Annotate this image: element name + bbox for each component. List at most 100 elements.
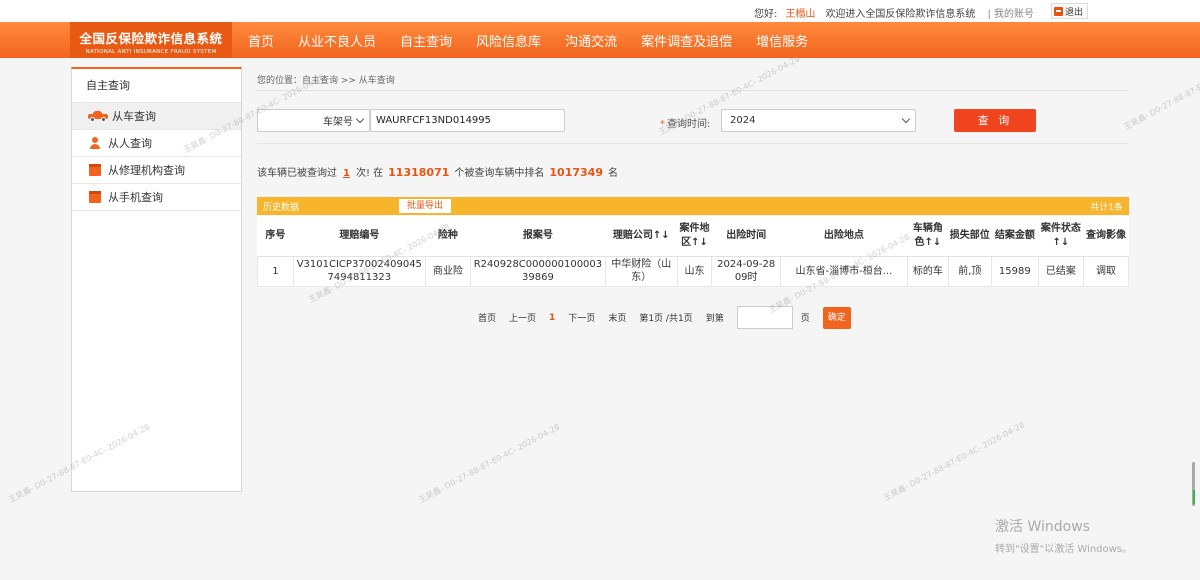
logout-icon <box>1053 7 1063 16</box>
divider <box>257 90 1129 91</box>
cell-index: 1 <box>257 255 294 287</box>
first-page-link[interactable]: 首页 <box>478 311 496 324</box>
query-time-label-text: 查询时间: <box>667 119 711 130</box>
col-insurance-type: 险种 <box>425 216 471 257</box>
stats-text: 次! 在 <box>355 168 384 179</box>
batch-export-button[interactable]: 批量导出 <box>399 199 452 213</box>
cell-damage-part: 前,顶 <box>947 255 992 287</box>
sidebar-item-phone-query[interactable]: 从手机查询 <box>72 184 241 211</box>
pagination: 首页 上一页 1 下一页 末页 第1页 /共1页 到第 页 确定 <box>478 306 851 329</box>
sidebar-item-repair-shop-query[interactable]: 从修理机构查询 <box>72 157 241 184</box>
nav-case-investigation[interactable]: 案件调查及追偿 <box>629 31 744 50</box>
query-type-select[interactable]: 车架号 <box>257 109 370 132</box>
scroll-indicator <box>1193 490 1195 504</box>
query-count[interactable]: 1 <box>343 168 350 179</box>
stats-text: 名 <box>607 168 618 179</box>
phone-icon <box>88 191 102 203</box>
cell-company: 中华财险（山东） <box>604 255 678 287</box>
logout-label: 退出 <box>1064 8 1083 18</box>
vehicle-rank: 1017349 <box>549 166 603 179</box>
sidebar: 自主查询 从车查询 从人查询 从修理机构查询 从手机查询 <box>71 67 242 492</box>
cell-region: 山东 <box>676 255 713 287</box>
chevron-down-icon <box>901 114 911 124</box>
vin-input[interactable]: WAURFCF13ND014995 <box>370 109 565 132</box>
query-time-label: * 查询时间: <box>660 115 710 130</box>
sidebar-item-label: 从人查询 <box>108 137 152 150</box>
breadcrumb: 您的位置：自主查询 >> 从车查询 <box>257 76 395 86</box>
col-index: 序号 <box>257 216 294 257</box>
user-name: 王榻山 <box>785 9 816 20</box>
cell-claim-no: V3101CICP370024090457494811323 <box>292 255 426 287</box>
page-number-input[interactable] <box>736 306 793 329</box>
query-year-select[interactable]: 2024 <box>721 109 916 132</box>
table-row: 1 V3101CICP370024090457494811323 商业险 R24… <box>257 255 1130 287</box>
query-type-value: 车架号 <box>323 117 353 128</box>
current-page: 1 <box>549 312 556 323</box>
top-utility-bar: 您好: 王榻山 欢迎进入全国反保险欺诈信息系统 | 我的账号 退出 <box>0 0 1200 22</box>
activation-hint: 转到"设置"以激活 Windows。 <box>995 544 1133 555</box>
chevron-down-icon <box>355 114 365 124</box>
query-year-value: 2024 <box>730 115 756 126</box>
my-account-link[interactable]: | 我的账号 <box>987 5 1034 20</box>
cell-accident-location: 山东省-淄博市-桓台... <box>779 255 908 287</box>
search-button[interactable]: 查 询 <box>954 109 1036 132</box>
col-company[interactable]: 理赔公司↑↓ <box>605 216 678 257</box>
cell-settle-amount: 15989 <box>990 255 1039 287</box>
nav-menu: 首页 从业不良人员 自主查询 风险信息库 沟通交流 案件调查及追偿 增信服务 <box>236 22 820 58</box>
sidebar-item-vehicle-query[interactable]: 从车查询 <box>72 103 241 130</box>
goto-label: 到第 <box>705 314 724 324</box>
nav-risk-database[interactable]: 风险信息库 <box>464 31 553 50</box>
next-page-link[interactable]: 下一页 <box>568 311 595 324</box>
col-settle-amount: 结案金额 <box>991 216 1039 257</box>
system-logo: 全国反保险欺诈信息系统 NATIONAL ANTI INSURANCE FRAU… <box>70 22 232 58</box>
sidebar-item-person-query[interactable]: 从人查询 <box>72 130 241 157</box>
col-query-image: 查询影像 <box>1083 216 1129 257</box>
goto-confirm-button[interactable]: 确定 <box>822 306 851 329</box>
sidebar-item-label: 从修理机构查询 <box>108 164 185 177</box>
col-case-status[interactable]: 案件状态↑↓ <box>1038 216 1084 257</box>
logo-en: NATIONAL ANTI INSURANCE FRAUD SYSTEM <box>85 49 217 55</box>
col-accident-location: 出险地点 <box>780 216 908 257</box>
history-table-header-bar: 历史数据 批量导出 共计1条 <box>257 197 1129 215</box>
col-claim-no: 理赔编号 <box>293 216 426 257</box>
retrieve-image-link[interactable]: 调取 <box>1082 255 1130 287</box>
history-title: 历史数据 <box>263 203 300 213</box>
welcome-text: 欢迎进入全国反保险欺诈信息系统 <box>825 9 976 20</box>
table-header-row: 序号 理赔编号 险种 报案号 理赔公司↑↓ 案件地区↑↓ 出险时间 出险地点 车… <box>257 216 1129 257</box>
nav-communication[interactable]: 沟通交流 <box>553 31 629 50</box>
total-count: 共计1条 <box>1090 203 1123 213</box>
logo-cn: 全国反保险欺诈信息系统 <box>79 31 223 46</box>
divider <box>257 143 1129 144</box>
sidebar-item-label: 从车查询 <box>112 110 156 123</box>
query-stats: 该车辆已被查询过 1 次! 在 11318071 个被查询车辆中排名 1017349 名 <box>257 164 618 179</box>
repair-shop-icon <box>88 164 102 176</box>
greeting-text: 您好: <box>754 9 778 20</box>
history-table: 序号 理赔编号 险种 报案号 理赔公司↑↓ 案件地区↑↓ 出险时间 出险地点 车… <box>257 216 1130 287</box>
prev-page-link[interactable]: 上一页 <box>509 311 536 324</box>
windows-activation-notice: 激活 Windows 转到"设置"以激活 Windows。 <box>995 516 1132 555</box>
person-icon <box>88 137 102 149</box>
col-vehicle-role[interactable]: 车辆角色↑↓ <box>907 216 949 257</box>
col-damage-part: 损失部位 <box>948 216 992 257</box>
page-info: 第1页 /共1页 <box>639 314 693 324</box>
cell-report-no: R240928C00000010000339869 <box>469 255 606 287</box>
activation-title: 激活 Windows <box>995 519 1090 535</box>
nav-self-query[interactable]: 自主查询 <box>388 31 464 50</box>
stats-text: 该车辆已被查询过 <box>257 168 337 179</box>
last-page-link[interactable]: 末页 <box>608 311 626 324</box>
cell-insurance-type: 商业险 <box>424 255 471 287</box>
main-content: 您的位置：自主查询 >> 从车查询 车架号 WAURFCF13ND014995 … <box>242 58 1142 498</box>
total-vehicles: 11318071 <box>388 166 450 179</box>
page-unit: 页 <box>800 314 810 324</box>
nav-credit-service[interactable]: 增信服务 <box>744 31 820 50</box>
nav-bad-practitioners[interactable]: 从业不良人员 <box>286 31 388 50</box>
cell-accident-time: 2024-09-28 09时 <box>711 255 781 287</box>
nav-home[interactable]: 首页 <box>236 31 286 50</box>
logout-button[interactable]: 退出 <box>1050 3 1088 19</box>
cell-vehicle-role: 标的车 <box>906 255 949 287</box>
sidebar-item-label: 从手机查询 <box>108 191 163 204</box>
col-accident-time: 出险时间 <box>711 216 781 257</box>
car-icon <box>88 111 108 122</box>
col-region[interactable]: 案件地区↑↓ <box>677 216 712 257</box>
stats-text: 个被查询车辆中排名 <box>454 168 545 179</box>
